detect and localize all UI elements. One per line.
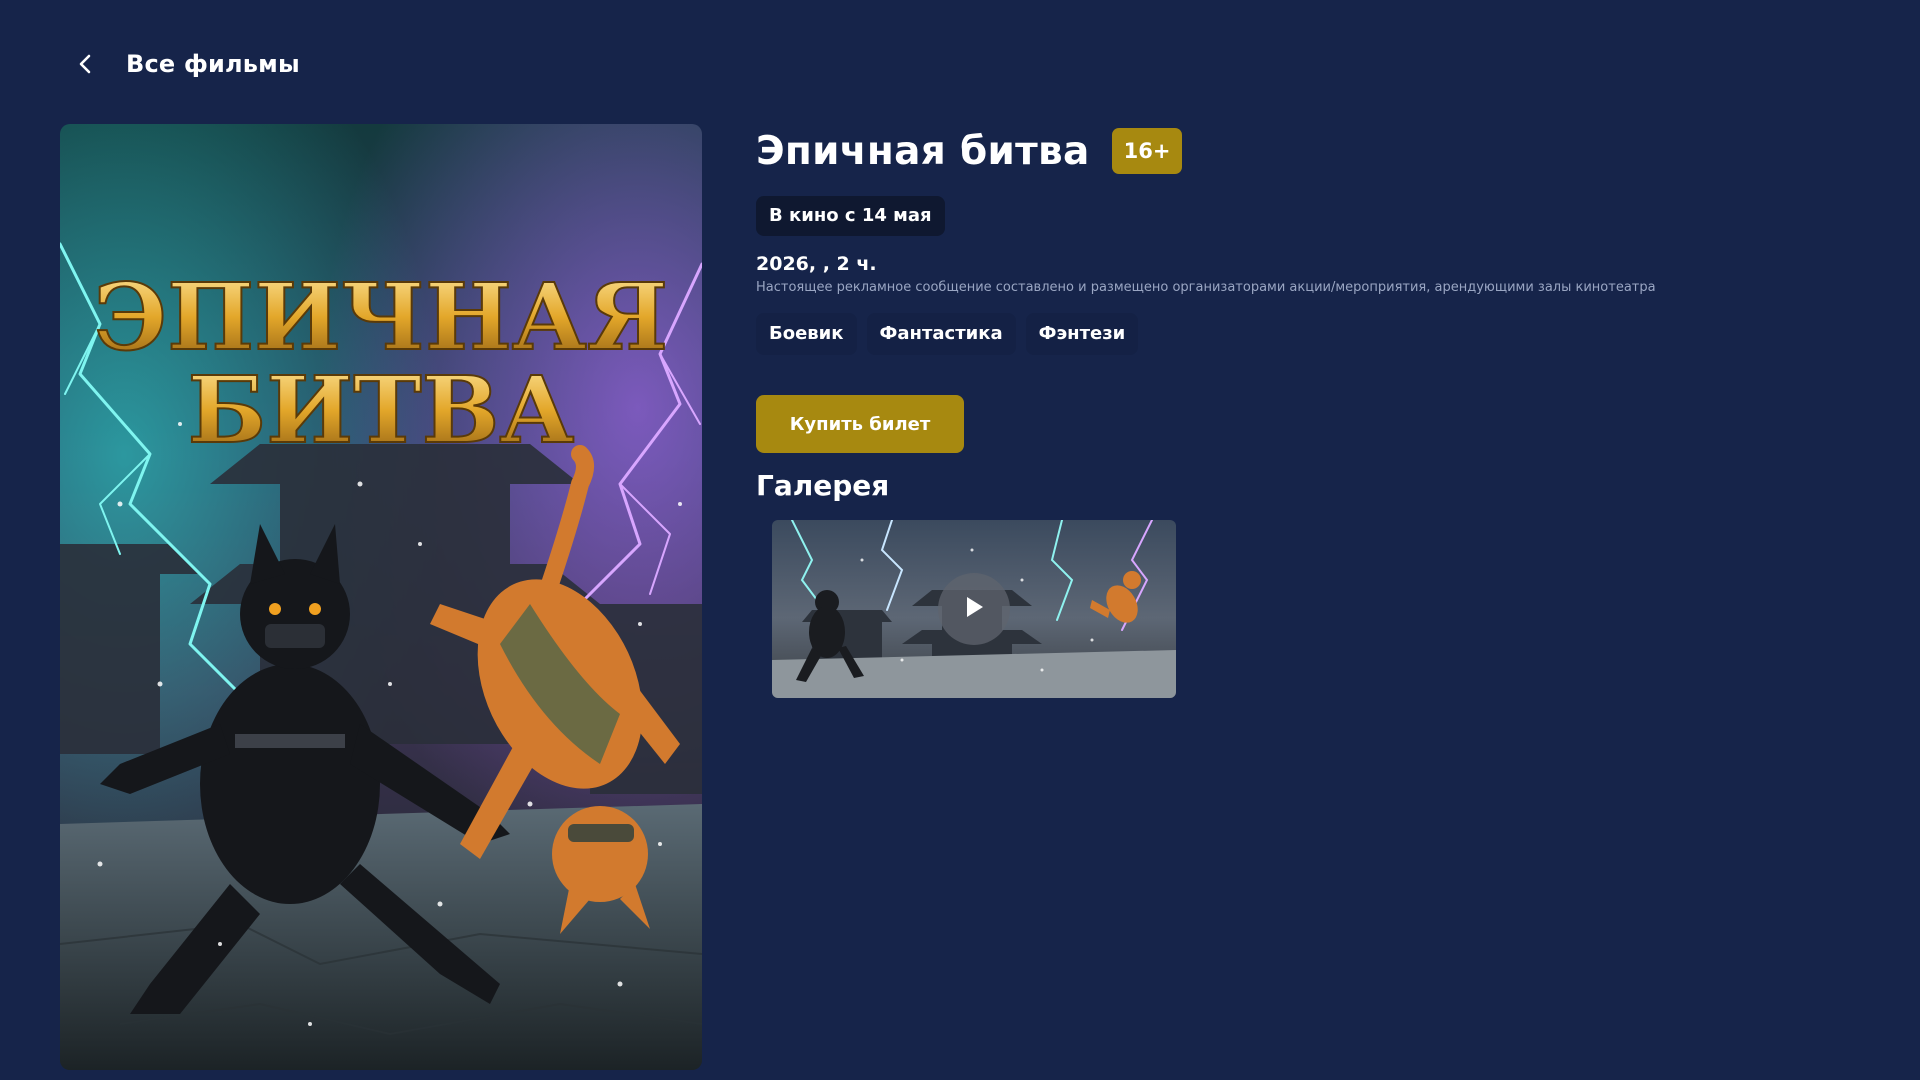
buy-ticket-button[interactable]: Купить билет [756, 395, 964, 453]
back-link-label: Все фильмы [126, 50, 300, 78]
title-row: Эпичная битва 16+ [756, 124, 1876, 178]
play-button[interactable] [938, 573, 1010, 645]
movie-poster: ЭПИЧНАЯ БИТВА [60, 124, 702, 1070]
gallery-video-thumbnail[interactable] [772, 520, 1176, 698]
chevron-left-icon [74, 53, 96, 75]
back-to-all-movies-link[interactable]: Все фильмы [74, 44, 300, 84]
movie-info: Эпичная битва 16+ В кино с 14 мая 2026, … [756, 124, 1876, 698]
gallery-heading: Галерея [756, 469, 890, 502]
poster-title-line-1: ЭПИЧНАЯ [94, 263, 668, 371]
poster-title-line-2: БИТВА [188, 356, 575, 464]
gallery [772, 520, 1876, 698]
genre-tag[interactable]: Фэнтези [1025, 313, 1139, 355]
genre-tag[interactable]: Фантастика [866, 313, 1016, 355]
movie-title: Эпичная битва [756, 128, 1090, 174]
genre-tag[interactable]: Боевик [756, 313, 857, 355]
movie-year-duration: 2026, , 2 ч. [756, 253, 877, 275]
age-rating-badge: 16+ [1111, 128, 1183, 174]
movie-details-page: Все фильмы ЭПИЧНАЯ БИТВА Эпичная битва 1… [0, 0, 1920, 1080]
genre-list: Боевик Фантастика Фэнтези [756, 313, 1876, 355]
play-icon [963, 595, 985, 623]
advertising-disclaimer: Настоящее рекламное сообщение составлено… [756, 280, 1656, 295]
release-date-badge: В кино с 14 мая [756, 196, 945, 236]
